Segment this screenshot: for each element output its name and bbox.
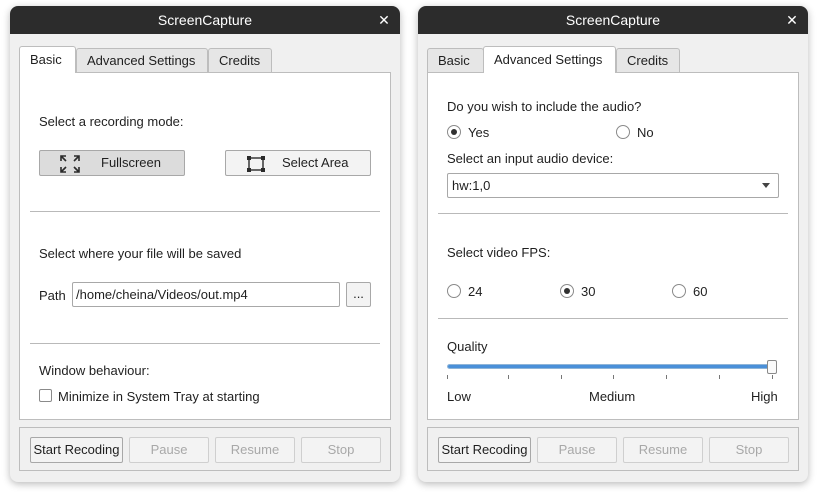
quality-high-label: High — [751, 389, 778, 404]
fps-30-radio[interactable] — [560, 284, 574, 298]
recording-controls: Start Recoding Pause Resume Stop — [19, 427, 391, 471]
title-bar[interactable]: ScreenCapture ✕ — [10, 6, 400, 34]
minimize-tray-label: Minimize in System Tray at starting — [58, 389, 260, 404]
basic-tab-pane: Select a recording mode: Fullscreen Sele… — [19, 72, 391, 420]
fullscreen-button[interactable]: Fullscreen — [39, 150, 185, 176]
fullscreen-button-label: Fullscreen — [101, 155, 161, 170]
fps-24-label: 24 — [468, 284, 483, 299]
divider — [438, 318, 788, 319]
close-icon[interactable]: ✕ — [784, 6, 800, 34]
fps-24-radio[interactable] — [447, 284, 461, 298]
tab-basic[interactable]: Basic — [19, 46, 76, 73]
fps-label: Select video FPS: — [447, 245, 551, 260]
close-icon[interactable]: ✕ — [376, 6, 392, 34]
window-title: ScreenCapture — [565, 12, 661, 28]
select-area-button-label: Select Area — [282, 155, 349, 170]
audio-no-radio[interactable] — [616, 125, 630, 139]
path-input[interactable]: /home/cheina/Videos/out.mp4 — [72, 282, 340, 307]
slider-tick — [561, 375, 562, 379]
audio-device-select[interactable]: hw:1,0 — [447, 173, 779, 198]
audio-yes-label: Yes — [468, 125, 490, 140]
window-behaviour-label: Window behaviour: — [39, 363, 150, 378]
audio-device-value: hw:1,0 — [452, 178, 491, 193]
resume-button[interactable]: Resume — [215, 437, 295, 463]
path-label: Path — [39, 288, 66, 303]
divider — [438, 213, 788, 214]
audio-yes-radio[interactable] — [447, 125, 461, 139]
slider-tick — [613, 375, 614, 379]
slider-tick — [666, 375, 667, 379]
divider — [30, 343, 380, 344]
stop-button[interactable]: Stop — [301, 437, 381, 463]
stop-button[interactable]: Stop — [709, 437, 789, 463]
pause-button[interactable]: Pause — [129, 437, 209, 463]
radio-selected-dot — [451, 129, 457, 135]
audio-device-label: Select an input audio device: — [447, 151, 614, 166]
title-bar[interactable]: ScreenCapture ✕ — [418, 6, 808, 34]
divider — [30, 211, 380, 212]
tab-basic[interactable]: Basic — [427, 48, 484, 72]
fullscreen-icon — [60, 155, 80, 173]
browse-button[interactable]: ... — [346, 282, 371, 307]
start-recording-button[interactable]: Start Recoding — [438, 437, 531, 463]
slider-tick — [772, 375, 773, 379]
chevron-down-icon — [762, 183, 770, 188]
slider-tick — [719, 375, 720, 379]
screencapture-window-advanced: ScreenCapture ✕ Basic Advanced Settings … — [418, 6, 808, 482]
pause-button[interactable]: Pause — [537, 437, 617, 463]
select-area-icon — [246, 155, 266, 173]
quality-low-label: Low — [447, 389, 471, 404]
start-recording-button[interactable]: Start Recoding — [30, 437, 123, 463]
radio-selected-dot — [564, 288, 570, 294]
quality-slider-fill — [448, 365, 776, 368]
select-area-button[interactable]: Select Area — [225, 150, 371, 176]
quality-label: Quality — [447, 339, 488, 354]
recording-mode-label: Select a recording mode: — [39, 114, 184, 129]
fps-60-radio[interactable] — [672, 284, 686, 298]
tab-credits[interactable]: Credits — [208, 48, 272, 72]
slider-tick — [447, 375, 448, 379]
window-title: ScreenCapture — [157, 12, 253, 28]
tab-advanced-settings[interactable]: Advanced Settings — [76, 48, 208, 72]
screencapture-window-basic: ScreenCapture ✕ Basic Advanced Settings … — [10, 6, 400, 482]
tab-credits[interactable]: Credits — [616, 48, 680, 72]
slider-tick — [508, 375, 509, 379]
tab-advanced-settings[interactable]: Advanced Settings — [483, 46, 616, 73]
audio-question-label: Do you wish to include the audio? — [447, 99, 642, 114]
recording-controls: Start Recoding Pause Resume Stop — [427, 427, 799, 471]
quality-medium-label: Medium — [589, 389, 636, 404]
quality-slider-handle[interactable] — [767, 360, 777, 374]
fps-30-label: 30 — [581, 284, 596, 299]
save-location-label: Select where your file will be saved — [39, 246, 242, 261]
fps-60-label: 60 — [693, 284, 708, 299]
quality-slider-track[interactable] — [447, 364, 777, 369]
minimize-tray-checkbox[interactable] — [39, 389, 52, 402]
resume-button[interactable]: Resume — [623, 437, 703, 463]
advanced-settings-pane: Do you wish to include the audio? Yes No… — [427, 72, 799, 420]
audio-no-label: No — [637, 125, 654, 140]
